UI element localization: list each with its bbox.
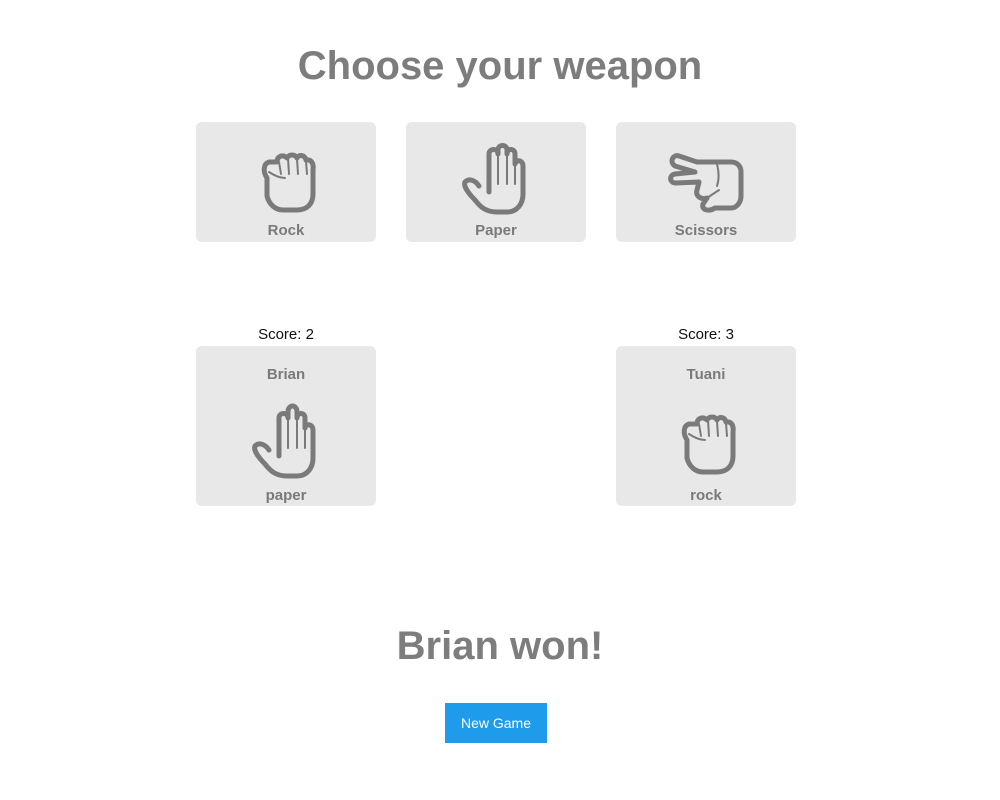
player-choice: paper bbox=[265, 487, 307, 504]
weapon-label: Scissors bbox=[674, 222, 738, 239]
peace-hand-icon bbox=[668, 153, 744, 213]
player-name: Brian bbox=[266, 366, 306, 383]
player-card-left: Brian paper bbox=[196, 346, 376, 506]
page-title: Choose your weapon bbox=[297, 44, 703, 88]
player-card-right: Tuani rock bbox=[616, 346, 796, 506]
player-score: Score: 2 bbox=[258, 326, 314, 343]
weapon-paper-button[interactable]: Paper bbox=[406, 122, 586, 242]
fist-icon bbox=[681, 414, 736, 475]
opponent-score: Score: 3 bbox=[678, 326, 734, 343]
result-message: Brian won! bbox=[396, 624, 604, 668]
new-game-button[interactable]: New Game bbox=[445, 703, 547, 743]
open-hand-icon bbox=[252, 403, 316, 479]
weapon-scissors-button[interactable]: Scissors bbox=[616, 122, 796, 242]
weapon-label: Rock bbox=[267, 222, 305, 239]
fist-icon bbox=[261, 152, 316, 213]
weapon-rock-button[interactable]: Rock bbox=[196, 122, 376, 242]
opponent-choice: rock bbox=[690, 487, 722, 504]
open-hand-icon bbox=[462, 143, 526, 215]
opponent-name: Tuani bbox=[686, 366, 726, 383]
weapon-label: Paper bbox=[475, 222, 517, 239]
